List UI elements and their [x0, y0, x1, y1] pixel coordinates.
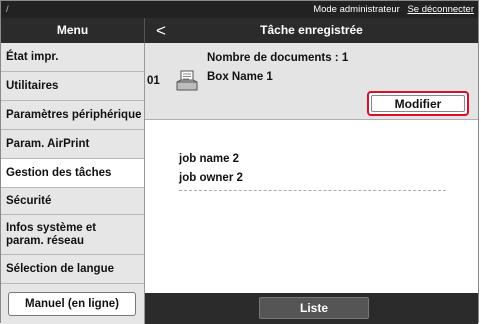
- admin-mode-label: Mode administrateur: [313, 4, 400, 15]
- status-bar: / Mode administrateur Se déconnecter: [1, 1, 478, 18]
- sidebar-item-label: État impr.: [6, 51, 59, 63]
- modify-button-label: Modifier: [371, 95, 465, 112]
- menu-header: Menu: [1, 18, 145, 43]
- job-owner: job owner 2: [179, 172, 243, 184]
- sidebar-item-label: Paramètres périphérique: [6, 109, 142, 121]
- sidebar: État impr. Utilitaires Paramètres périph…: [1, 43, 145, 324]
- sidebar-item-label: Utilitaires: [6, 80, 59, 92]
- manual-online-button[interactable]: Manuel (en ligne): [8, 292, 136, 316]
- job-name: job name 2: [179, 153, 240, 165]
- sidebar-item-label: Sécurité: [6, 195, 52, 207]
- sidebar-item-parametres-peripherique[interactable]: Paramètres périphérique: [1, 101, 144, 130]
- sidebar-item-label: Sélection de langue: [6, 263, 114, 275]
- path-indicator: /: [6, 4, 9, 15]
- document-count: Nombre de documents : 1: [207, 52, 349, 64]
- logout-link[interactable]: Se déconnecter: [407, 4, 474, 15]
- back-arrow-icon[interactable]: <: [151, 18, 171, 43]
- sidebar-item-label: Gestion des tâches: [6, 167, 112, 179]
- app-window: / Mode administrateur Se déconnecter Men…: [0, 0, 479, 324]
- sidebar-item-etat-impr[interactable]: État impr.: [1, 43, 144, 72]
- page-header: Tâche enregistrée <: [145, 18, 478, 43]
- sidebar-item-label: Param. AirPrint: [6, 138, 90, 150]
- list-button[interactable]: Liste: [259, 297, 369, 319]
- job-detail: job name 2 job owner 2: [179, 153, 446, 191]
- sidebar-item-selection-langue[interactable]: Sélection de langue: [1, 255, 144, 284]
- job-number: 01: [147, 75, 160, 87]
- bottom-bar: Liste: [145, 293, 478, 324]
- main-content: 01 Nombre de documents : 1 Box Name 1 Mo…: [145, 43, 478, 293]
- sidebar-item-utilitaires[interactable]: Utilitaires: [1, 72, 144, 101]
- page-title: Tâche enregistrée: [260, 23, 363, 37]
- sidebar-item-securite[interactable]: Sécurité: [1, 188, 144, 215]
- box-name: Box Name 1: [207, 71, 273, 83]
- document-tray-icon: [176, 70, 198, 91]
- sidebar-item-gestion-des-taches[interactable]: Gestion des tâches: [1, 159, 144, 188]
- sidebar-item-label: Infos système et param. réseau: [6, 221, 97, 247]
- sidebar-item-param-airprint[interactable]: Param. AirPrint: [1, 130, 144, 159]
- sidebar-item-infos-systeme[interactable]: Infos système et param. réseau: [1, 215, 144, 255]
- stored-job-row[interactable]: 01 Nombre de documents : 1 Box Name 1 Mo…: [145, 43, 478, 120]
- modify-button[interactable]: Modifier: [367, 91, 469, 116]
